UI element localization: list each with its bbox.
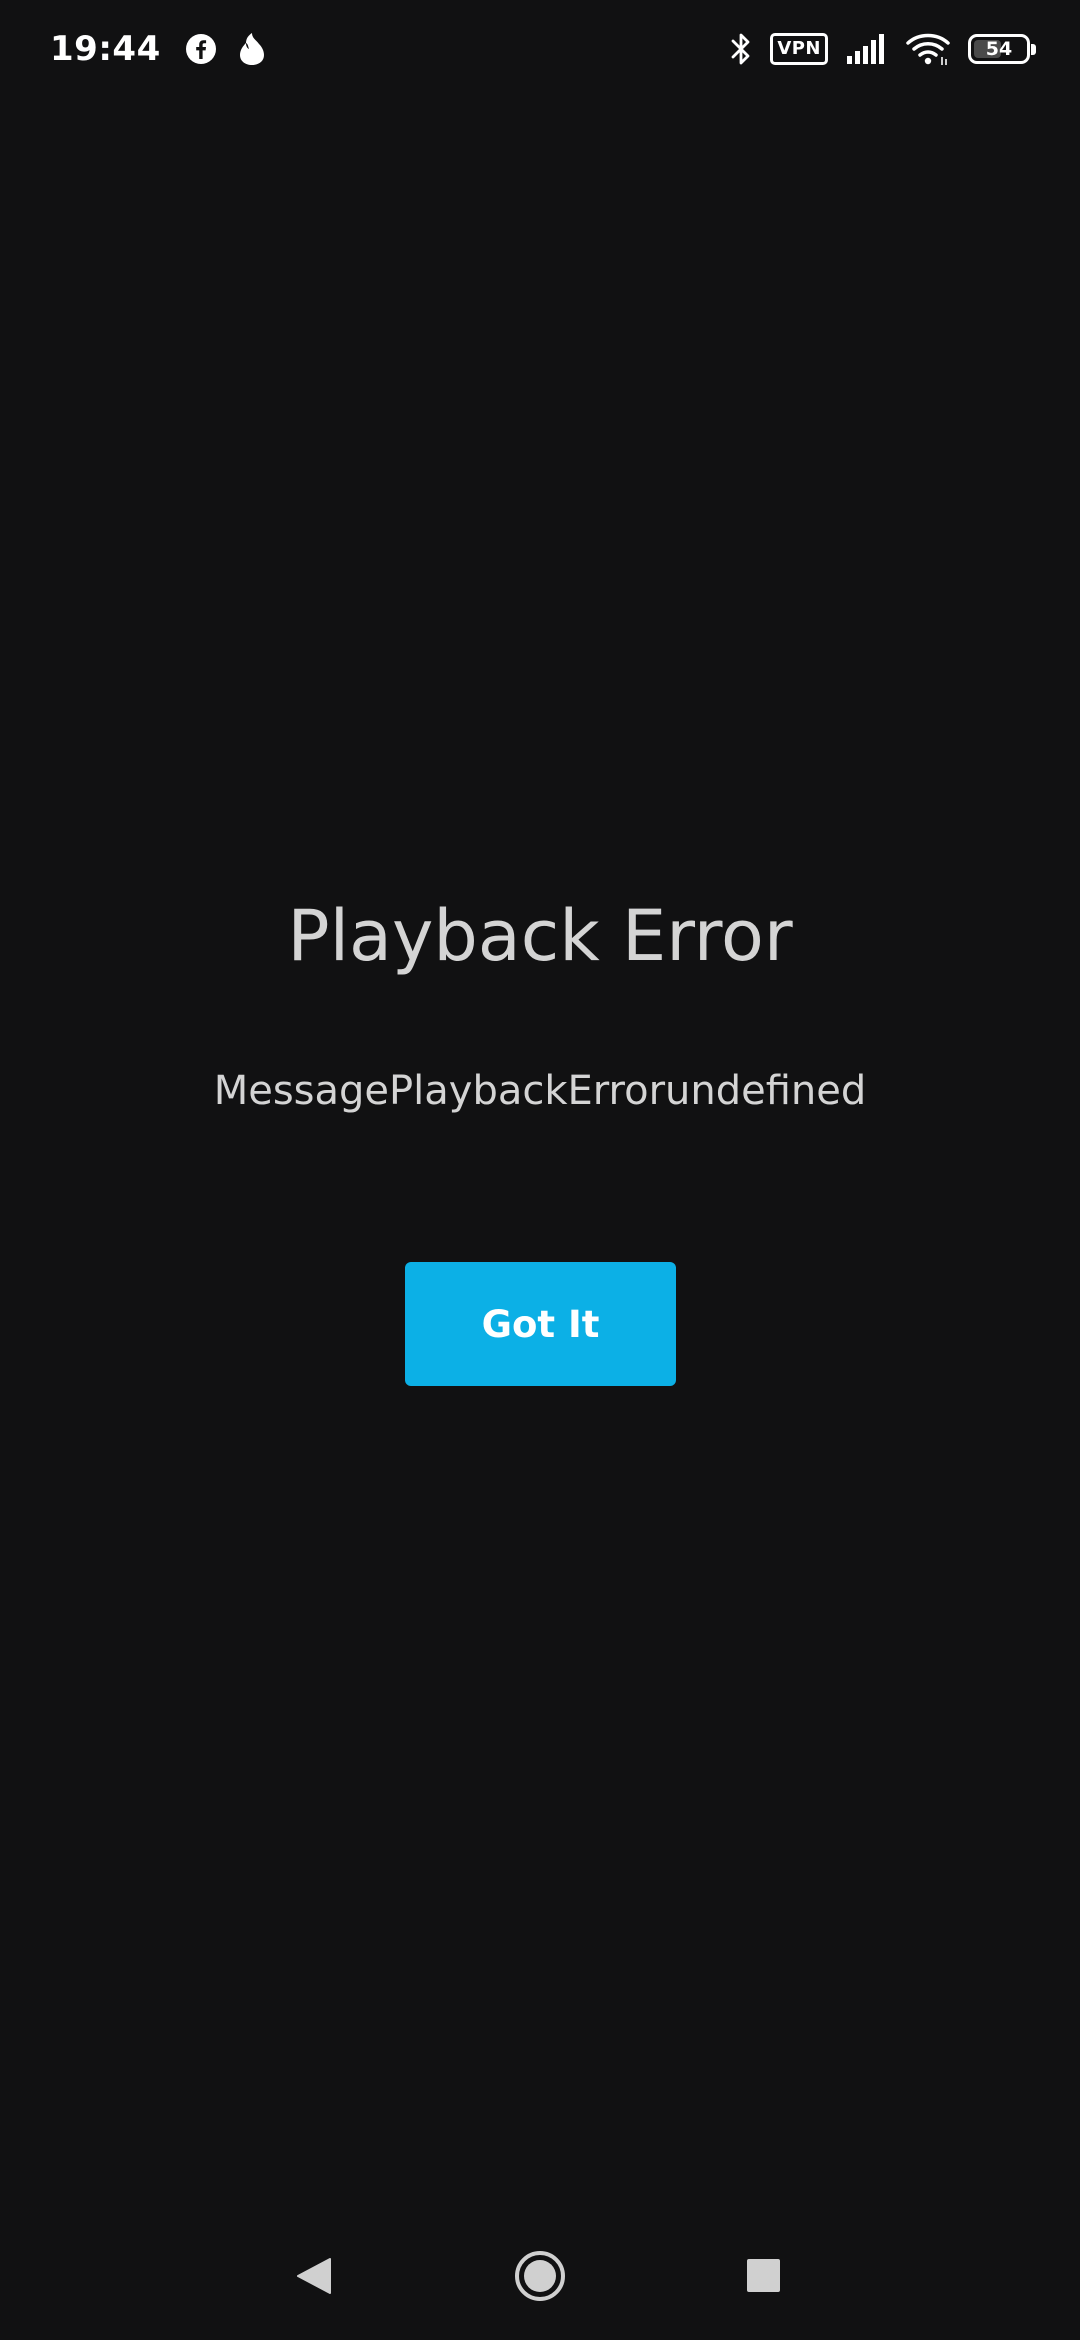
battery-icon: 54 <box>968 34 1036 64</box>
got-it-button[interactable]: Got It <box>405 1262 676 1386</box>
navigation-bar <box>0 2220 1080 2330</box>
clock: 19:44 <box>50 29 161 69</box>
battery-level: 54 <box>985 38 1013 60</box>
home-icon[interactable] <box>514 2250 566 2302</box>
tinder-flame-icon <box>237 32 267 66</box>
bluetooth-icon <box>730 32 752 66</box>
page-title: Playback Error <box>287 895 793 977</box>
status-bar-left: 19:44 <box>50 22 267 76</box>
facebook-icon <box>185 33 217 65</box>
status-bar-right: VPN 54 <box>730 22 1038 76</box>
error-message: MessagePlaybackErrorundefined <box>213 1068 867 1114</box>
status-bar: 19:44 VPN 54 <box>0 0 1080 100</box>
signal-icon <box>846 33 888 65</box>
wifi-icon <box>906 32 950 66</box>
recents-icon[interactable] <box>747 2259 780 2292</box>
vpn-icon: VPN <box>770 33 828 65</box>
back-icon[interactable] <box>294 2256 334 2296</box>
